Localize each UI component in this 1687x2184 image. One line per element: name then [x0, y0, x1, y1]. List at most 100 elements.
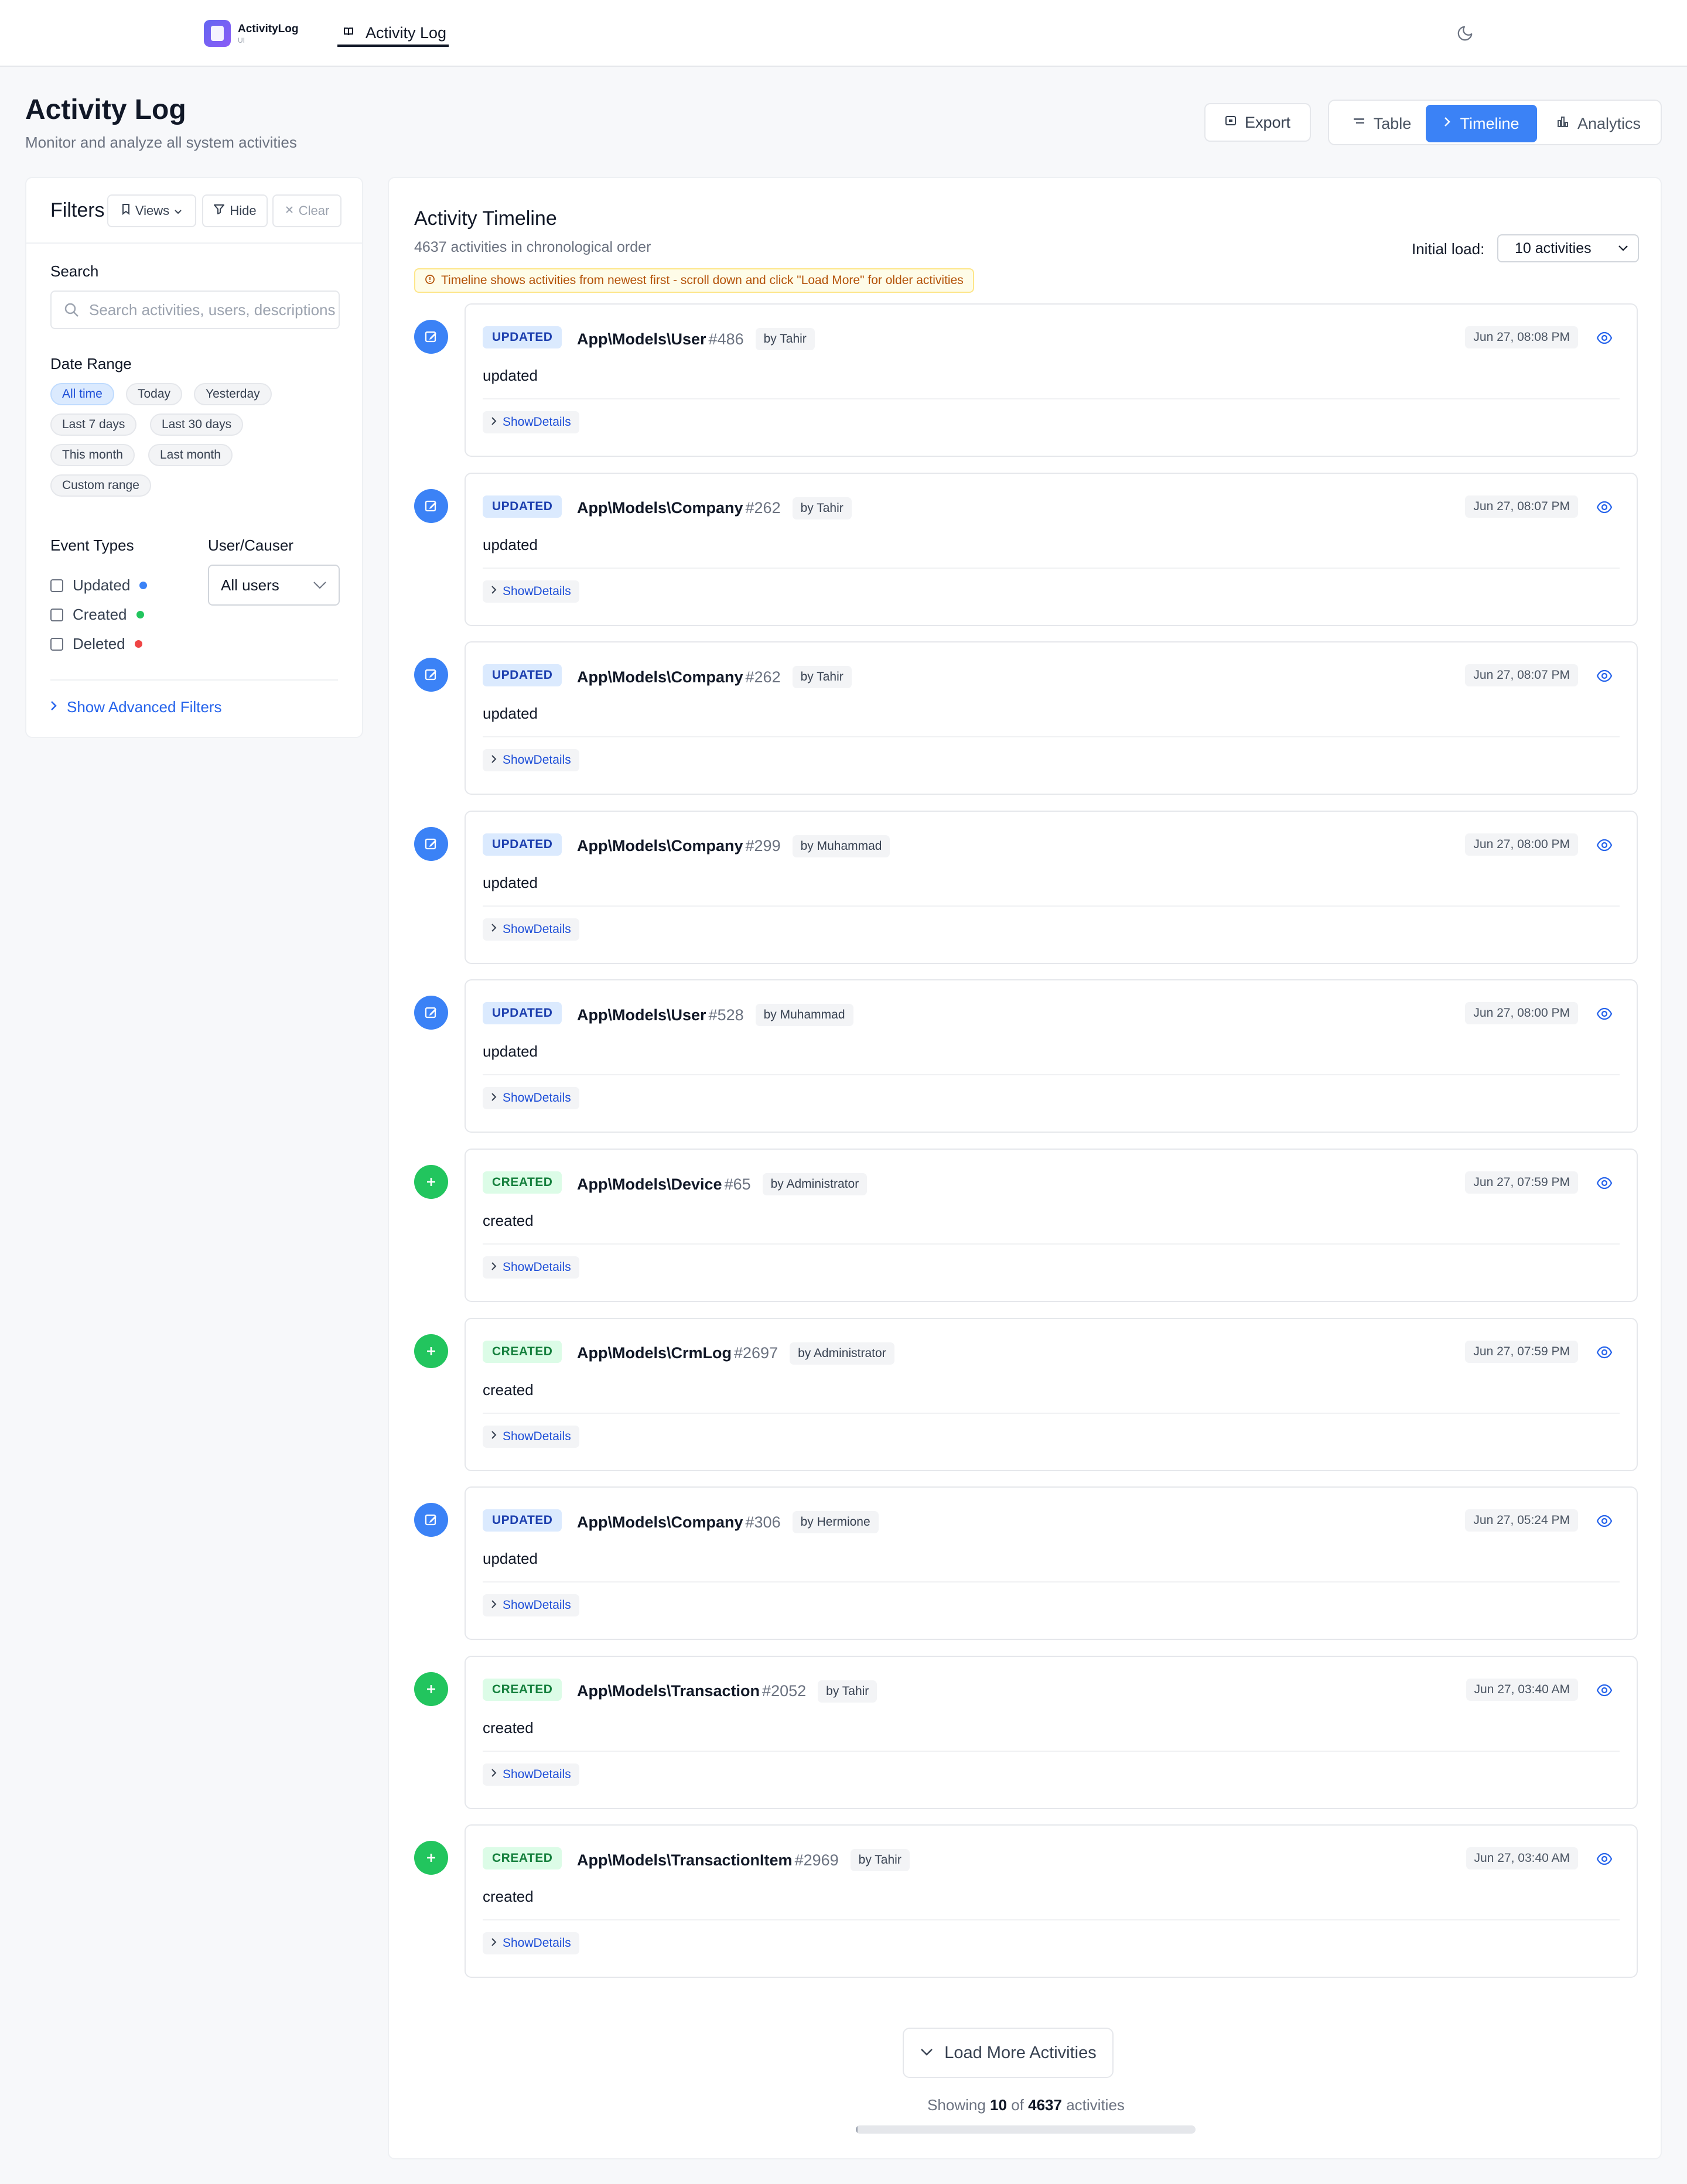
show-details-button[interactable]: ShowDetails [483, 1594, 579, 1617]
view-eye-icon[interactable] [1596, 1344, 1613, 1361]
chevron-right-icon [491, 1430, 497, 1443]
divider [483, 1581, 1620, 1583]
timestamp-badge: Jun 27, 08:00 PM [1465, 1002, 1578, 1025]
view-eye-icon[interactable] [1596, 1850, 1613, 1868]
view-analytics-label: Analytics [1577, 114, 1641, 132]
close-icon [285, 204, 294, 218]
hide-filters-button[interactable]: Hide [202, 194, 268, 227]
date-chip-last-30-days[interactable]: Last 30 days [150, 413, 244, 436]
total-count: 4637 [1028, 2096, 1062, 2114]
subject-model: App\Models\Company [577, 1513, 743, 1531]
activity-subject: App\Models\Transaction #2052 by Tahir [577, 1680, 877, 1703]
filter-icon [213, 203, 225, 218]
view-eye-icon[interactable] [1596, 1681, 1613, 1699]
subject-id: #2052 [762, 1682, 807, 1700]
activity-card: UPDATED App\Models\User #528 by Muhammad Jun… [465, 979, 1638, 1133]
divider [483, 1243, 1620, 1245]
date-chip-all-time[interactable]: All time [50, 383, 114, 405]
views-button[interactable]: Views [107, 194, 196, 227]
chevron-right-icon [491, 1599, 497, 1612]
date-chip-custom-range[interactable]: Custom range [50, 474, 151, 497]
show-details-button[interactable]: ShowDetails [483, 1763, 579, 1786]
show-details-button[interactable]: ShowDetails [483, 411, 579, 433]
timeline-note-text: Timeline shows activities from newest fi… [441, 274, 964, 287]
nav-tab-activity-log[interactable]: Activity Log [337, 21, 449, 47]
divider [483, 1750, 1620, 1752]
show-details-button[interactable]: ShowDetails [483, 1256, 579, 1279]
date-chip-last-month[interactable]: Last month [148, 444, 233, 466]
subject-id: #262 [745, 499, 781, 517]
event-type-created[interactable]: Created [50, 606, 144, 624]
checkbox[interactable] [50, 579, 63, 592]
causer-badge: by Muhammad [755, 1004, 853, 1027]
show-details-button[interactable]: ShowDetails [483, 1932, 579, 1955]
search-input[interactable] [89, 300, 335, 319]
timeline-item: UPDATED App\Models\User #528 by Muhammad Jun… [389, 979, 1663, 1149]
status-dot [136, 611, 144, 618]
show-advanced-filters-link[interactable]: Show Advanced Filters [50, 698, 221, 716]
view-analytics-button[interactable]: Analytics [1540, 105, 1657, 142]
view-timeline-button[interactable]: Timeline [1426, 105, 1537, 142]
event-type-deleted[interactable]: Deleted [50, 635, 142, 653]
date-chip-last-7-days[interactable]: Last 7 days [50, 413, 137, 436]
user-causer-label: User/Causer [208, 536, 293, 554]
activity-description: created [483, 1212, 534, 1229]
chevron-down-icon [920, 2045, 934, 2061]
load-more-button[interactable]: Load More Activities [903, 2028, 1114, 2078]
app-sub: UI [238, 36, 245, 45]
export-button[interactable]: Export [1204, 103, 1311, 142]
brand[interactable]: ActivityLog UI [204, 20, 298, 47]
view-table-button[interactable]: Table [1335, 105, 1429, 142]
search-field[interactable] [50, 290, 340, 329]
timeline-item: UPDATED App\Models\User #486 by Tahir Jun 27… [389, 303, 1663, 473]
view-eye-icon[interactable] [1596, 667, 1613, 685]
activity-description: updated [483, 705, 538, 723]
initial-load-value: 10 activities [1515, 240, 1592, 257]
user-select[interactable]: All users [208, 565, 340, 606]
checkbox[interactable] [50, 637, 63, 651]
checkbox[interactable] [50, 608, 63, 621]
event-badge: UPDATED [483, 495, 562, 518]
view-eye-icon[interactable] [1596, 1005, 1613, 1023]
theme-toggle-button[interactable] [1455, 23, 1475, 43]
timestamp-badge: Jun 27, 07:59 PM [1465, 1171, 1578, 1194]
chevron-right-icon [491, 1768, 497, 1780]
bar-chart-icon [1556, 115, 1569, 132]
table-icon [1353, 116, 1365, 131]
date-chip-yesterday[interactable]: Yesterday [194, 383, 272, 405]
status-dot [134, 640, 142, 648]
timestamp-badge: Jun 27, 08:00 PM [1465, 833, 1578, 856]
date-chip-today[interactable]: Today [126, 383, 183, 405]
subject-model: App\Models\Company [577, 668, 743, 686]
edit-icon [414, 488, 448, 523]
divider [483, 1412, 1620, 1414]
chevron-down-icon [174, 203, 182, 218]
event-type-updated[interactable]: Updated [50, 576, 148, 594]
edit-icon [414, 658, 448, 692]
view-eye-icon[interactable] [1596, 836, 1613, 854]
plus-icon [414, 1672, 448, 1706]
show-details-button[interactable]: ShowDetails [483, 749, 579, 772]
view-eye-icon[interactable] [1596, 498, 1613, 516]
view-eye-icon[interactable] [1596, 1174, 1613, 1192]
activity-subject: App\Models\Company #262 by Tahir [577, 497, 852, 519]
subject-id: #306 [745, 1513, 781, 1531]
activity-description: updated [483, 873, 538, 891]
event-badge: UPDATED [483, 833, 562, 856]
activity-card: UPDATED App\Models\Company #262 by Tahir Jun… [465, 641, 1638, 795]
clear-filters-button[interactable]: Clear [272, 194, 342, 227]
timeline-item: CREATED App\Models\TransactionItem #2969 by… [389, 1824, 1663, 1994]
initial-load-select[interactable]: 10 activities [1497, 234, 1639, 262]
show-details-button[interactable]: ShowDetails [483, 1087, 579, 1110]
date-chip-this-month[interactable]: This month [50, 444, 135, 466]
event-badge: CREATED [483, 1678, 562, 1701]
view-eye-icon[interactable] [1596, 1512, 1613, 1530]
causer-badge: by Administrator [790, 1342, 894, 1365]
show-details-button[interactable]: ShowDetails [483, 580, 579, 603]
showing-count: Showing 10 of 4637 activities [927, 2096, 1125, 2114]
subject-model: App\Models\TransactionItem [577, 1851, 793, 1869]
show-details-button[interactable]: ShowDetails [483, 1425, 579, 1448]
show-details-button[interactable]: ShowDetails [483, 918, 579, 941]
initial-load-label: Initial load: [1412, 240, 1485, 258]
view-eye-icon[interactable] [1596, 329, 1613, 347]
